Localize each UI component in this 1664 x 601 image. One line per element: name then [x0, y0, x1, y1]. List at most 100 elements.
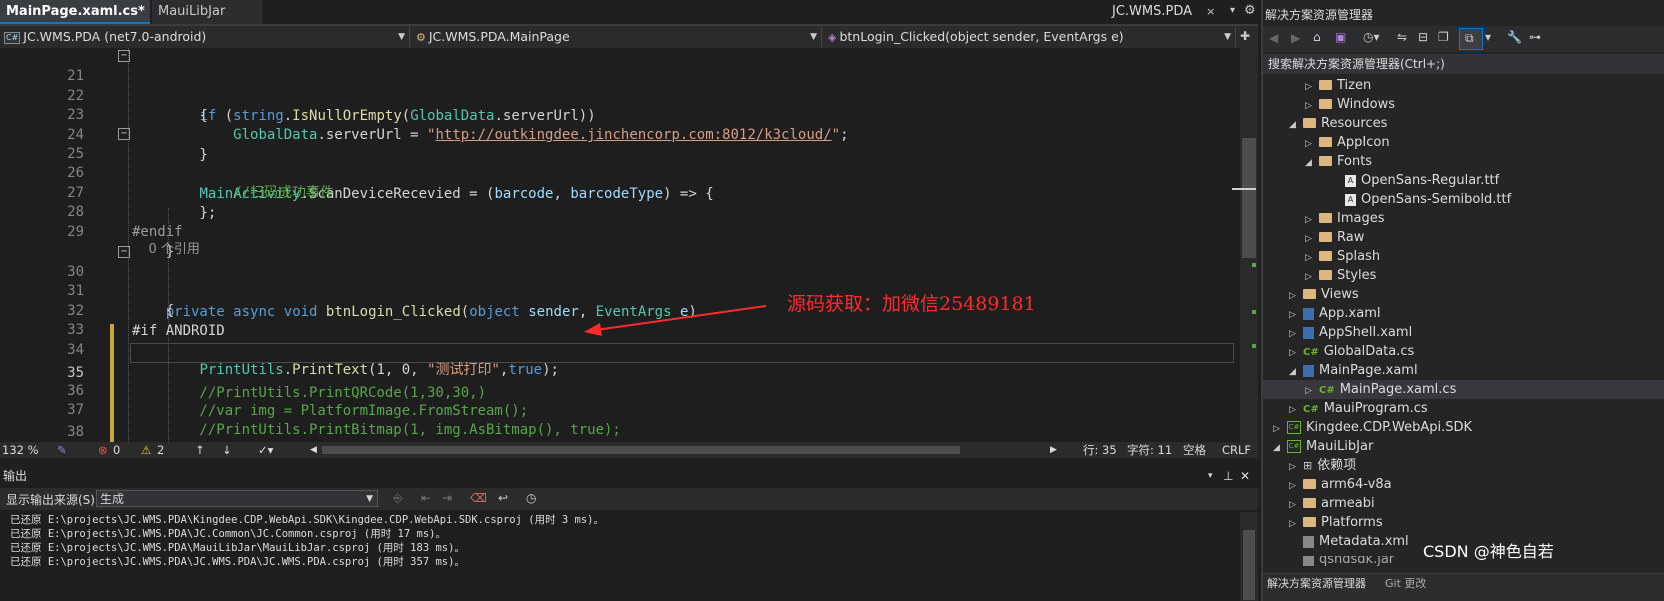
tree-item[interactable]: A OpenSans-Regular.ttf [1345, 171, 1499, 190]
gear-icon[interactable]: ⚙ [1244, 3, 1256, 18]
tree-item[interactable]: ▷ Raw [1305, 228, 1364, 247]
tree-overflow-area: qsndsdk.jar 解决方案资源管理器 Git 更改 [1263, 556, 1664, 601]
tree-item[interactable]: A OpenSans-Semibold.ttf [1345, 190, 1511, 209]
whitespace-indicator[interactable]: 空格 [1183, 442, 1206, 458]
tab-mainpage-xaml-cs[interactable]: MainPage.xaml.cs* ⊥ × [0, 0, 150, 42]
line-ending-indicator[interactable]: CRLF [1222, 442, 1251, 458]
close-icon[interactable]: × [1206, 5, 1215, 18]
horizontal-scrollbar-thumb[interactable] [322, 446, 960, 454]
csharp-file-icon: C# [1303, 347, 1319, 358]
tree-item[interactable]: ◢ C# MauiLibJar [1273, 437, 1373, 456]
class-dropdown[interactable]: ⚙ JC.WMS.PDA.MainPage ▼ [412, 27, 822, 47]
collapse-icon[interactable]: ◢ [1305, 154, 1319, 173]
show-all-files-icon[interactable]: ❐ [1438, 30, 1449, 44]
collapse-icon[interactable]: − [118, 50, 130, 62]
collapse-all-icon[interactable]: ⊟ [1418, 30, 1428, 44]
expand-icon[interactable]: ▷ [1289, 515, 1303, 534]
back-icon[interactable]: ◀ [1269, 31, 1278, 45]
tab-dropdown-icon[interactable]: ▾ [1230, 5, 1235, 16]
tree-item[interactable]: Metadata.xml [1303, 532, 1409, 551]
tree-item[interactable]: ▷ ⊞ 依赖项 [1289, 456, 1356, 475]
tree-item-label: Tizen [1337, 78, 1372, 93]
tree-item[interactable]: ▷ Windows [1305, 95, 1395, 114]
collapse-icon[interactable]: ◢ [1273, 439, 1287, 458]
forward-icon[interactable]: ▶ [1291, 31, 1300, 45]
scroll-right-icon[interactable]: ▶ [1050, 442, 1057, 458]
collapse-icon[interactable]: ◢ [1289, 116, 1303, 135]
clock-icon[interactable]: ◷ [526, 491, 536, 505]
tree-item[interactable]: ▷ AppShell.xaml [1289, 323, 1412, 342]
preview-selected-button[interactable]: ⧉ [1459, 28, 1483, 50]
tree-item[interactable]: ▷ C# MauiProgram.cs [1289, 399, 1428, 418]
tree-item[interactable]: ▷ armeabi [1289, 494, 1375, 513]
member-dropdown[interactable]: ◈ btnLogin_Clicked(object sender, EventAr… [824, 27, 1236, 47]
goto-icon[interactable]: ⎆ [393, 491, 403, 506]
tree-item[interactable]: ▷ C# Kingdee.CDP.WebApi.SDK [1273, 418, 1472, 437]
project-tab-jc-wms-pda[interactable]: JC.WMS.PDA × [1106, 0, 1226, 24]
line-indicator[interactable]: 行: 35 [1083, 442, 1117, 458]
tree-item[interactable]: ▷ Tizen [1305, 76, 1371, 95]
close-icon[interactable]: ✕ [1240, 467, 1250, 485]
sync-icon[interactable]: ⇋ [1397, 30, 1407, 44]
folder-icon [1319, 79, 1332, 90]
switch-views-icon[interactable]: ▣ [1335, 30, 1346, 44]
next-message-icon[interactable]: ⇥ [442, 491, 452, 505]
properties-icon[interactable]: ⊶ [1529, 30, 1541, 44]
tree-item[interactable]: ◢ Resources [1289, 114, 1387, 133]
tree-item[interactable]: ◢ MainPage.xaml [1289, 361, 1418, 380]
tree-item[interactable]: ▷ App.xaml [1289, 304, 1380, 323]
method-icon: ◈ [828, 31, 837, 44]
pin-icon[interactable]: ⊥ [1223, 467, 1233, 485]
tree-item[interactable]: ▷ AppIcon [1305, 133, 1390, 152]
clear-all-icon[interactable]: ⌫ [470, 491, 487, 505]
error-count[interactable]: 0 [113, 442, 120, 458]
output-vertical-scrollbar[interactable] [1240, 512, 1258, 601]
tree-item[interactable]: ▷ Platforms [1289, 513, 1383, 532]
tree-item[interactable]: ▷ Images [1305, 209, 1385, 228]
collapse-icon[interactable]: − [118, 246, 130, 258]
editor-vertical-scrollbar[interactable] [1232, 48, 1258, 442]
panel-menu-icon[interactable]: ▾ [1208, 467, 1213, 485]
tree-item[interactable]: ▷ Views [1289, 285, 1359, 304]
prev-message-icon[interactable]: ⇤ [421, 491, 431, 505]
code-editor[interactable]: 21 − if (string.IsNullOrEmpty(GlobalData… [0, 48, 1240, 442]
cleanup-icon[interactable]: ✓▾ [258, 442, 273, 458]
word-wrap-icon[interactable]: ↩ [498, 491, 508, 505]
pending-changes-icon[interactable]: ◷▾ [1363, 30, 1380, 44]
home-icon[interactable]: ⌂ [1313, 30, 1321, 44]
scrollbar-thumb[interactable] [1242, 138, 1256, 258]
arrow-up-icon[interactable]: ↑ [195, 442, 205, 458]
zoom-level[interactable]: 132 % [2, 442, 39, 458]
folder-icon [1319, 136, 1332, 147]
scroll-left-icon[interactable]: ◀ [310, 442, 317, 458]
split-add-icon[interactable]: ✚ [1240, 29, 1250, 43]
project-dropdown-value: JC.WMS.PDA (net7.0-android) [23, 29, 207, 44]
output-source-select[interactable]: 生成 ▼ [96, 490, 378, 507]
brush-icon[interactable]: ✎ [57, 442, 67, 458]
tab-solution-explorer[interactable]: 解决方案资源管理器 [1267, 575, 1366, 591]
tree-item[interactable]: ▷ Splash [1305, 247, 1380, 266]
project-dropdown[interactable]: C# JC.WMS.PDA (net7.0-android) ▼ [0, 27, 410, 47]
tree-item[interactable]: ▷ arm64-v8a [1289, 475, 1392, 494]
char-indicator[interactable]: 字符: 11 [1127, 442, 1172, 458]
tab-git-changes[interactable]: Git 更改 [1385, 575, 1426, 591]
tree-item[interactable]: qsndsdk.jar [1303, 556, 1394, 569]
xaml-file-icon [1303, 307, 1314, 320]
tree-item-selected[interactable]: ▷ C# MainPage.xaml.cs [1263, 380, 1664, 399]
solution-explorer-bottom-tabs: 解决方案资源管理器 Git 更改 [1263, 573, 1664, 601]
scrollbar-thumb[interactable] [1243, 530, 1255, 600]
tree-item[interactable]: ▷ Styles [1305, 266, 1376, 285]
output-text[interactable]: 已还原 E:\projects\JC.WMS.PDA\Kingdee.CDP.W… [0, 512, 1240, 601]
collapse-icon[interactable]: − [118, 128, 130, 140]
folder-icon [1303, 516, 1316, 527]
warning-count[interactable]: 2 [157, 442, 164, 458]
tab-mauilibjar[interactable]: MauiLibJar [152, 0, 262, 24]
tree-item[interactable]: ▷ C# GlobalData.cs [1289, 342, 1414, 361]
tree-item[interactable]: ◢ Fonts [1305, 152, 1372, 171]
arrow-down-icon[interactable]: ↓ [222, 442, 232, 458]
output-line: 已还原 E:\projects\JC.WMS.PDA\Kingdee.CDP.W… [10, 514, 605, 526]
wrench-icon[interactable]: 🔧 [1507, 30, 1522, 44]
solution-explorer-search-input[interactable]: 搜索解决方案资源管理器(Ctrl+;) [1263, 54, 1664, 74]
chevron-down-icon[interactable]: ▾ [1485, 30, 1491, 44]
output-line: 已还原 E:\projects\JC.WMS.PDA\JC.WMS.PDA\JC… [10, 556, 465, 568]
